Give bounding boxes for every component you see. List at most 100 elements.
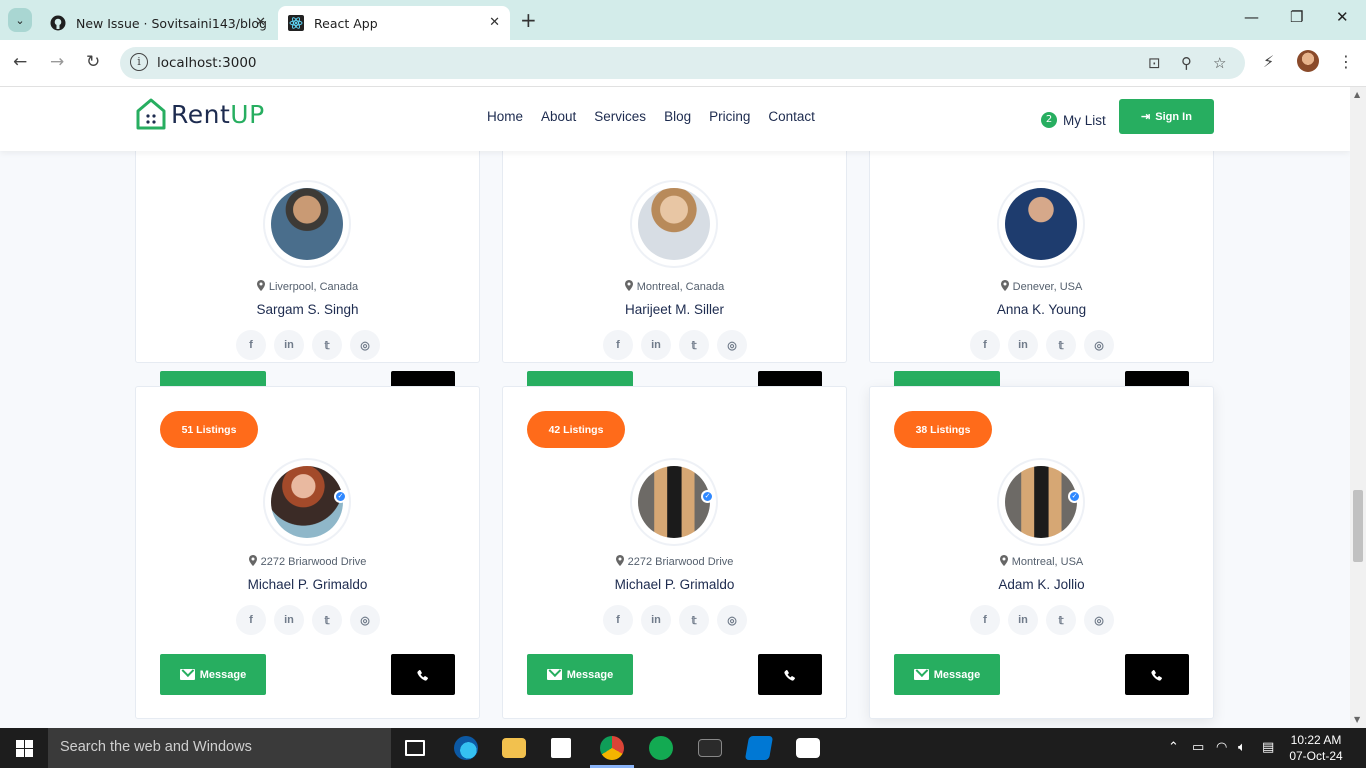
- minimize-icon[interactable]: —: [1244, 8, 1259, 26]
- extension-icon[interactable]: ⚡: [1263, 52, 1274, 71]
- facebook-icon[interactable]: f: [970, 330, 1000, 360]
- instagram-icon[interactable]: ◎: [350, 605, 380, 635]
- avatar: ✓: [997, 458, 1085, 546]
- profile-avatar[interactable]: [1297, 50, 1319, 72]
- agent-name[interactable]: Harijeet M. Siller: [503, 302, 846, 317]
- notification-icon[interactable]: ▤: [1262, 740, 1274, 755]
- show-hidden-icons-icon[interactable]: ⌃: [1168, 740, 1179, 755]
- wifi-icon[interactable]: ◠: [1216, 740, 1227, 755]
- my-list-count-badge: 2: [1041, 112, 1057, 128]
- linkedin-icon[interactable]: in: [274, 330, 304, 360]
- install-app-icon[interactable]: ⊡: [1148, 54, 1161, 72]
- location-pin-icon: [615, 555, 624, 566]
- battery-icon[interactable]: ▭: [1192, 740, 1204, 755]
- agent-name[interactable]: Michael P. Grimaldo: [503, 577, 846, 592]
- agent-name[interactable]: Adam K. Jollio: [870, 577, 1213, 592]
- instagram-icon[interactable]: ◎: [1084, 330, 1114, 360]
- facebook-icon[interactable]: f: [603, 605, 633, 635]
- terminal-icon[interactable]: [698, 739, 722, 757]
- tab-search-button[interactable]: ⌄: [8, 8, 32, 32]
- mongodb-compass-icon[interactable]: [649, 736, 673, 760]
- task-view-icon[interactable]: [405, 740, 425, 756]
- store-icon[interactable]: [551, 738, 571, 758]
- listings-badge[interactable]: 42 Listings: [527, 411, 625, 448]
- bookmark-star-icon[interactable]: ☆: [1213, 54, 1226, 72]
- avatar: [997, 180, 1085, 268]
- facebook-icon[interactable]: f: [603, 330, 633, 360]
- sign-in-button[interactable]: ⇥ Sign In: [1119, 99, 1214, 134]
- facebook-icon[interactable]: f: [236, 605, 266, 635]
- twitter-icon[interactable]: 𝕥: [312, 605, 342, 635]
- call-button[interactable]: [1125, 654, 1189, 695]
- avatar: [263, 180, 351, 268]
- scrollbar-thumb[interactable]: [1353, 490, 1363, 562]
- close-tab-icon[interactable]: ✕: [489, 15, 500, 30]
- nav-services[interactable]: Services: [594, 109, 646, 124]
- agent-card: 51 Listings ✓ 2272 Briarwood Drive Micha…: [135, 386, 480, 719]
- twitter-icon[interactable]: 𝕥: [679, 605, 709, 635]
- close-window-icon[interactable]: ✕: [1336, 8, 1349, 26]
- instagram-icon[interactable]: ◎: [717, 605, 747, 635]
- facebook-icon[interactable]: f: [236, 330, 266, 360]
- taskbar-search-box[interactable]: Search the web and Windows: [48, 728, 391, 768]
- url-text[interactable]: localhost:3000: [157, 55, 257, 71]
- message-button[interactable]: Message: [894, 654, 1000, 695]
- my-list-link[interactable]: 2 My List: [1041, 112, 1106, 128]
- agent-name[interactable]: Anna K. Young: [870, 302, 1213, 317]
- sign-in-label: Sign In: [1155, 110, 1192, 123]
- site-logo[interactable]: RentUP: [135, 97, 265, 131]
- windows-start-icon[interactable]: [16, 740, 33, 757]
- listings-badge[interactable]: 51 Listings: [160, 411, 258, 448]
- linkedin-icon[interactable]: in: [1008, 330, 1038, 360]
- message-button[interactable]: Message: [160, 654, 266, 695]
- instagram-icon[interactable]: ◎: [350, 330, 380, 360]
- twitter-icon[interactable]: 𝕥: [1046, 330, 1076, 360]
- agent-name[interactable]: Sargam S. Singh: [136, 302, 479, 317]
- instagram-icon[interactable]: ◎: [1084, 605, 1114, 635]
- scroll-down-icon[interactable]: ▼: [1354, 715, 1360, 724]
- vscode-icon[interactable]: [744, 736, 774, 760]
- reload-icon[interactable]: ↻: [86, 52, 100, 72]
- agent-name[interactable]: Michael P. Grimaldo: [136, 577, 479, 592]
- browser-tab-react-app[interactable]: React App ✕: [278, 6, 510, 40]
- menu-dots-icon[interactable]: ⋮: [1338, 52, 1354, 71]
- linkedin-icon[interactable]: in: [1008, 605, 1038, 635]
- call-button[interactable]: [758, 654, 822, 695]
- nav-blog[interactable]: Blog: [664, 109, 691, 124]
- message-button[interactable]: Message: [527, 654, 633, 695]
- nav-contact[interactable]: Contact: [768, 109, 815, 124]
- agent-location-text: Liverpool, Canada: [268, 281, 359, 293]
- facebook-icon[interactable]: f: [970, 605, 1000, 635]
- location-pin-icon: [624, 280, 633, 291]
- twitter-icon[interactable]: 𝕥: [1046, 605, 1076, 635]
- scroll-up-icon[interactable]: ▲: [1354, 90, 1360, 99]
- nav-about[interactable]: About: [541, 109, 576, 124]
- call-button[interactable]: [391, 654, 455, 695]
- new-tab-icon[interactable]: +: [520, 8, 537, 32]
- close-tab-icon[interactable]: ✕: [255, 15, 266, 30]
- browser-tab-github[interactable]: New Issue · Sovitsaini143/blogp ✕: [40, 6, 276, 40]
- photos-icon[interactable]: [796, 738, 820, 758]
- twitter-icon[interactable]: 𝕥: [312, 330, 342, 360]
- chrome-icon[interactable]: [600, 736, 624, 760]
- nav-home[interactable]: Home: [487, 109, 523, 124]
- instagram-icon[interactable]: ◎: [717, 330, 747, 360]
- twitter-icon[interactable]: 𝕥: [679, 330, 709, 360]
- site-info-icon[interactable]: i: [130, 53, 148, 71]
- linkedin-icon[interactable]: in: [274, 605, 304, 635]
- linkedin-icon[interactable]: in: [641, 330, 671, 360]
- forward-icon[interactable]: →: [50, 52, 64, 72]
- volume-icon[interactable]: 🔈︎: [1238, 740, 1246, 755]
- taskbar-clock[interactable]: 10:22 AM 07-Oct-24: [1287, 732, 1345, 764]
- restore-icon[interactable]: ❐: [1290, 8, 1303, 26]
- nav-pricing[interactable]: Pricing: [709, 109, 750, 124]
- page-scrollbar[interactable]: ▲ ▼: [1350, 87, 1366, 728]
- back-icon[interactable]: ←: [13, 52, 27, 72]
- agent-location-text: Montreal, Canada: [636, 281, 725, 293]
- file-explorer-icon[interactable]: [502, 738, 526, 758]
- zoom-icon[interactable]: ⚲: [1181, 54, 1192, 72]
- linkedin-icon[interactable]: in: [641, 605, 671, 635]
- listings-badge[interactable]: 38 Listings: [894, 411, 992, 448]
- edge-icon[interactable]: [454, 736, 478, 760]
- address-bar[interactable]: i localhost:3000 ⊡ ⚲ ☆: [120, 47, 1245, 79]
